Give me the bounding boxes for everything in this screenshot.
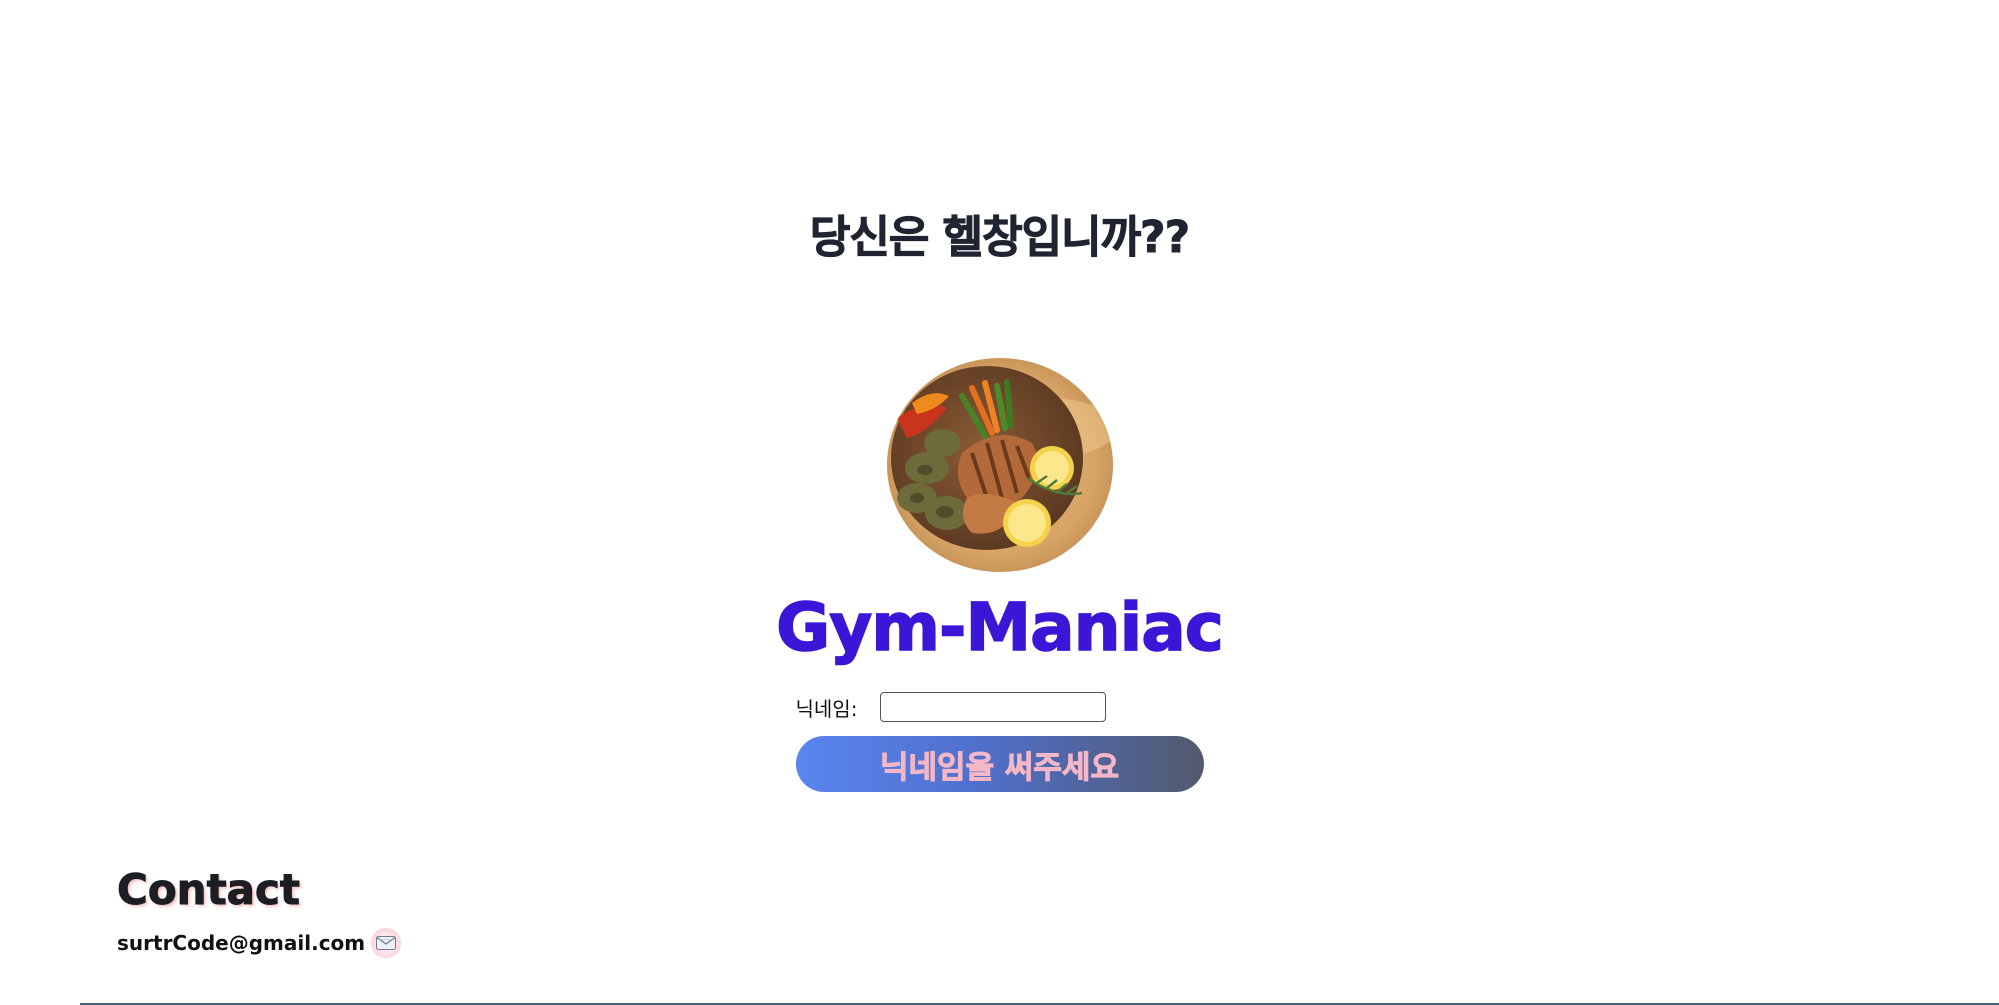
contact-email[interactable]: surtrCode@gmail.com	[117, 931, 365, 955]
nickname-form: 닉네임: 닉네임을 써주세요	[795, 690, 1204, 792]
submit-nickname-button[interactable]: 닉네임을 써주세요	[795, 736, 1204, 792]
food-plate-image	[886, 358, 1113, 572]
nickname-input[interactable]	[879, 692, 1106, 722]
envelope-icon	[371, 928, 402, 958]
contact-row: surtrCode@gmail.com	[117, 928, 402, 958]
main-section: 당신은 헬창입니까?? Gym-Maniac 닉네임: 닉네임을 써주세요	[0, 0, 1999, 792]
contact-section: Contact surtrCode@gmail.com	[116, 862, 402, 958]
nickname-label: 닉네임:	[795, 696, 858, 721]
brand-title: Gym-Maniac	[775, 588, 1224, 667]
page: 당신은 헬창입니까?? Gym-Maniac 닉네임: 닉네임을 써주세요 Co…	[0, 0, 1999, 1005]
page-question: 당신은 헬창입니까??	[809, 212, 1190, 264]
contact-title: Contact	[116, 865, 300, 915]
nickname-row: 닉네임:	[796, 690, 1204, 724]
